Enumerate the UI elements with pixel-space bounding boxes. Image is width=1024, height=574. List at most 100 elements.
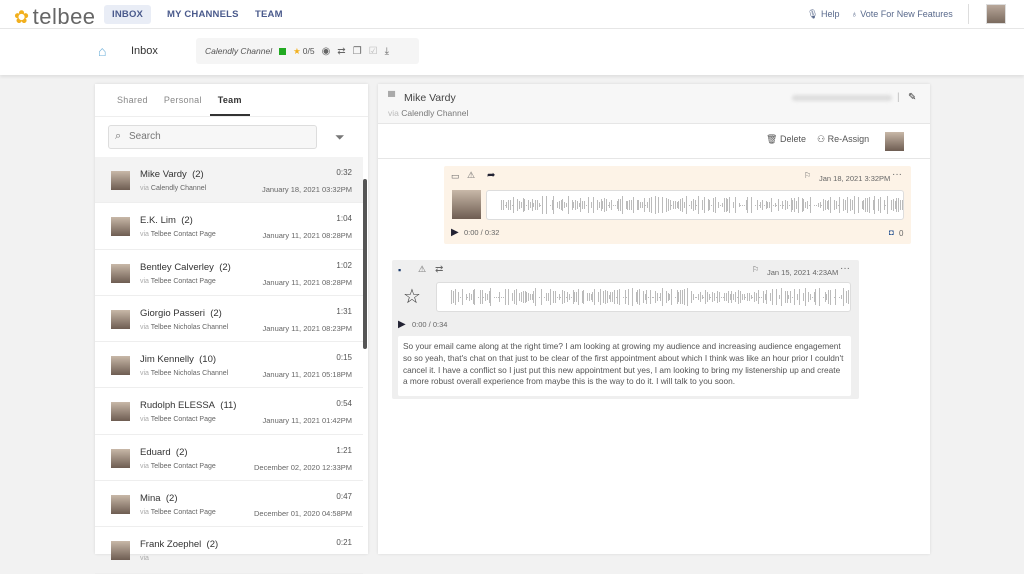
waveform-bar [546,293,547,301]
waveform-bar [720,204,722,206]
flag-icon[interactable]: ⚐ [752,265,759,274]
nav-tab-team[interactable]: TEAM [247,5,291,24]
help-link[interactable]: 🎙︎ Help [807,9,839,20]
conversation-panel: ▀ Mike Vardy via Calendly Channel | ✎ 🗑︎… [378,84,930,554]
date: January 11, 2021 08:28PM [262,277,352,287]
waveform-bar [734,292,736,302]
waveform-bar [717,291,718,303]
waveform-bar [750,294,752,300]
comment-icon[interactable]: ▭ [451,171,460,182]
play-icon[interactable]: ▶ [398,319,406,330]
filter-icon[interactable]: ⏷ [335,130,345,145]
star-outline-icon[interactable]: ☆ [403,284,421,309]
nav-tab-my-channels[interactable]: MY CHANNELS [159,5,247,24]
waveform-bar [733,293,734,301]
list-item[interactable]: Jim Kennelly (10) via Telbee Nicholas Ch… [95,342,363,389]
user-avatar[interactable] [986,4,1006,24]
alert-icon[interactable]: ⚠ [467,170,475,181]
waveform-bar [540,204,542,206]
tab-personal[interactable]: Personal [156,84,210,116]
waveform-bar [654,196,656,214]
eye-icon[interactable]: ◉ [322,46,331,57]
waveform-bar [752,296,753,298]
duration: 1:02 [336,260,352,270]
brand-name: telbee [32,4,96,29]
waveform-bar [724,293,725,301]
transcript-icon[interactable]: ◘ [889,228,894,237]
list-item[interactable]: Mina (2) via Telbee Contact Page 0:47 De… [95,481,363,528]
more-icon[interactable]: ··· [840,263,850,274]
contact-avatar [111,402,130,422]
waveform-bar [671,204,673,206]
waveform-bar [515,288,517,306]
audio-waveform[interactable] [436,282,851,312]
waveform-bar [585,204,587,206]
tab-team[interactable]: Team [209,84,250,116]
play-icon[interactable]: ▶ [451,227,459,238]
waveform-bar [819,201,821,209]
waveform-bar [824,200,826,210]
waveform-bar [558,200,560,210]
audio-waveform[interactable] [486,190,904,220]
delete-button[interactable]: 🗑︎ Delete [766,134,806,145]
scrollbar[interactable] [363,179,367,349]
waveform-bar [560,296,561,298]
download-icon[interactable]: ⤓ [385,46,389,57]
waveform-bar [557,202,558,208]
waveform-bar [729,294,731,300]
help-label: Help [820,9,840,19]
reassign-button[interactable]: ⚇ Re-Assign [817,134,869,145]
waveform-bar [762,290,764,304]
list-item[interactable]: Eduard (2) via Telbee Contact Page 1:21 … [95,435,363,482]
comment-icon[interactable]: ▪ [398,265,401,275]
list-item[interactable]: Frank Zoephel (2) via 0:21 [95,527,363,574]
waveform-bar [692,199,694,211]
waveform-bar [767,202,769,208]
star-icon[interactable]: ★ [293,46,301,57]
waveform-bar [779,204,781,206]
waveform-bar [710,296,711,298]
copy-icon[interactable]: ❐ [353,46,362,57]
forward-icon[interactable]: ➦ [487,170,495,181]
waveform-bar [478,296,479,298]
transcript-text: So your email came along at the right ti… [398,336,851,396]
waveform-bar [790,290,791,304]
list-item[interactable]: E.K. Lim (2) via Telbee Contact Page 1:0… [95,203,363,250]
waveform-bar [612,292,613,302]
waveform-bar [844,200,846,210]
share-icon[interactable]: ⇄ [337,46,345,57]
search-input[interactable]: ⌕ Search [108,125,317,149]
telbee-logo[interactable]: ✿ telbee [14,4,96,30]
tab-shared[interactable]: Shared [109,84,156,116]
list-item[interactable]: Bentley Calverley (2) via Telbee Contact… [95,250,363,296]
share-icon[interactable]: ⇄ [435,264,443,275]
waveform-bar [658,296,660,298]
waveform-bar [711,204,712,206]
vote-features-link[interactable]: ♁ Vote For New Features [851,9,953,19]
waveform-bar [519,200,520,210]
waveform-bar [896,198,898,212]
waveform-bar [502,296,504,298]
alert-icon[interactable]: ⚠ [418,264,426,275]
waveform-bar [899,199,901,211]
edit-pencil-icon[interactable]: ✎ [908,92,916,103]
waveform-bar [707,199,709,211]
list-item[interactable]: Rudolph ELESSA (11) via Telbee Contact P… [95,388,363,435]
waveform-bar [754,291,755,303]
waveform-bar [610,292,611,302]
list-item[interactable]: Mike Vardy (2) via Calendly Channel 0:32… [95,157,363,204]
nav-tab-inbox[interactable]: INBOX [104,5,152,24]
trash-icon: 🗑︎ [766,134,778,144]
waveform-bar [813,292,815,302]
list-item[interactable]: Giorgio Passeri (2) via Telbee Nicholas … [95,296,363,343]
assignee-avatar[interactable] [885,132,904,151]
waveform-bar [572,289,574,305]
waveform-bar [795,201,797,209]
checkbox-icon[interactable]: ☑ [369,46,378,57]
audio-time: 0:00 / 0:34 [412,320,448,329]
flag-icon[interactable]: ⚐ [804,171,811,180]
waveform-bar [528,292,529,302]
waveform-bar [578,202,580,208]
contact-channel: via Telbee Contact Page [140,231,216,239]
more-icon[interactable]: ··· [892,169,902,180]
